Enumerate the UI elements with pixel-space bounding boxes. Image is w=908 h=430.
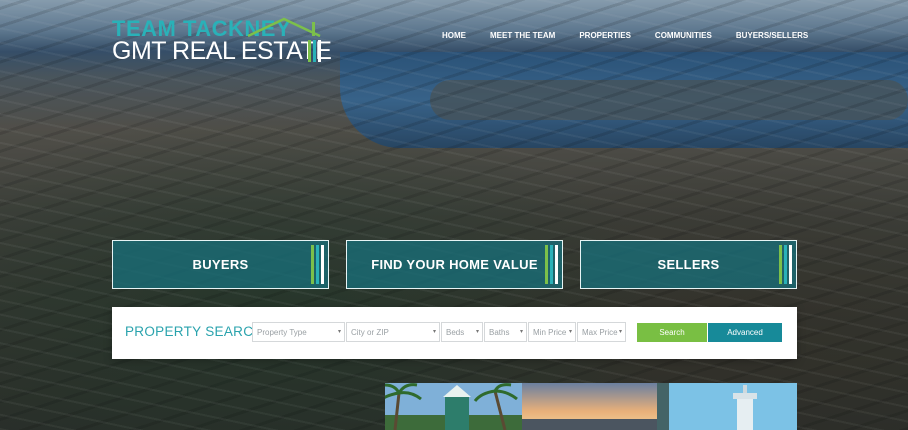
- beds-select[interactable]: Beds ▾: [441, 322, 483, 342]
- chevron-down-icon: ▾: [568, 329, 572, 335]
- baths-select[interactable]: Baths ▾: [484, 322, 527, 342]
- buyers-button[interactable]: BUYERS: [112, 240, 329, 289]
- min-price-placeholder: Min Price: [533, 328, 567, 337]
- city-zip-input[interactable]: City or ZIP ▾: [346, 322, 440, 342]
- chevron-down-icon: ▾: [337, 329, 341, 335]
- stripe-decoration: [311, 245, 324, 284]
- chevron-down-icon: ▾: [432, 329, 436, 335]
- stripe-decoration: [779, 245, 792, 284]
- property-search-panel: PROPERTY SEARCH Property Type ▾ City or …: [112, 307, 797, 359]
- chevron-down-icon: ▾: [519, 329, 523, 335]
- palm-trees-image: [385, 383, 522, 430]
- chevron-down-icon: ▾: [618, 329, 622, 335]
- feature-photo-palms[interactable]: [385, 383, 522, 430]
- home-value-button[interactable]: FIND YOUR HOME VALUE: [346, 240, 563, 289]
- min-price-select[interactable]: Min Price ▾: [528, 322, 576, 342]
- search-button[interactable]: Search: [637, 323, 707, 342]
- property-search-title: PROPERTY SEARCH: [125, 324, 264, 339]
- nav-properties[interactable]: PROPERTIES: [567, 28, 643, 43]
- chevron-down-icon: ▾: [475, 329, 479, 335]
- max-price-placeholder: Max Price: [582, 328, 618, 337]
- nav-communities[interactable]: COMMUNITIES: [643, 28, 724, 43]
- feature-photo-tower[interactable]: [657, 383, 797, 430]
- lifeguard-tower-image: [657, 383, 797, 430]
- stripe-decoration: [545, 245, 558, 284]
- beds-placeholder: Beds: [446, 328, 465, 337]
- nav-meet-the-team[interactable]: MEET THE TEAM: [478, 28, 567, 43]
- property-type-placeholder: Property Type: [257, 328, 307, 337]
- house-roof-icon: [247, 17, 321, 62]
- home-value-label: FIND YOUR HOME VALUE: [371, 257, 538, 272]
- feature-photo-sunset[interactable]: [522, 383, 657, 430]
- site-logo[interactable]: TEAM TACKNEY GMT REAL ESTATE: [112, 16, 332, 66]
- main-navigation: HOME MEET THE TEAM PROPERTIES COMMUNITIE…: [430, 28, 820, 43]
- nav-home[interactable]: HOME: [430, 28, 478, 43]
- sellers-button[interactable]: SELLERS: [580, 240, 797, 289]
- city-zip-placeholder: City or ZIP: [351, 328, 389, 337]
- sellers-label: SELLERS: [657, 257, 720, 272]
- property-type-select[interactable]: Property Type ▾: [252, 322, 345, 342]
- advanced-search-button[interactable]: Advanced: [708, 323, 782, 342]
- baths-placeholder: Baths: [489, 328, 510, 337]
- buyers-label: BUYERS: [192, 257, 249, 272]
- max-price-select[interactable]: Max Price ▾: [577, 322, 626, 342]
- sunset-image: [522, 383, 657, 430]
- nav-buyers-sellers[interactable]: BUYERS/SELLERS: [724, 28, 820, 43]
